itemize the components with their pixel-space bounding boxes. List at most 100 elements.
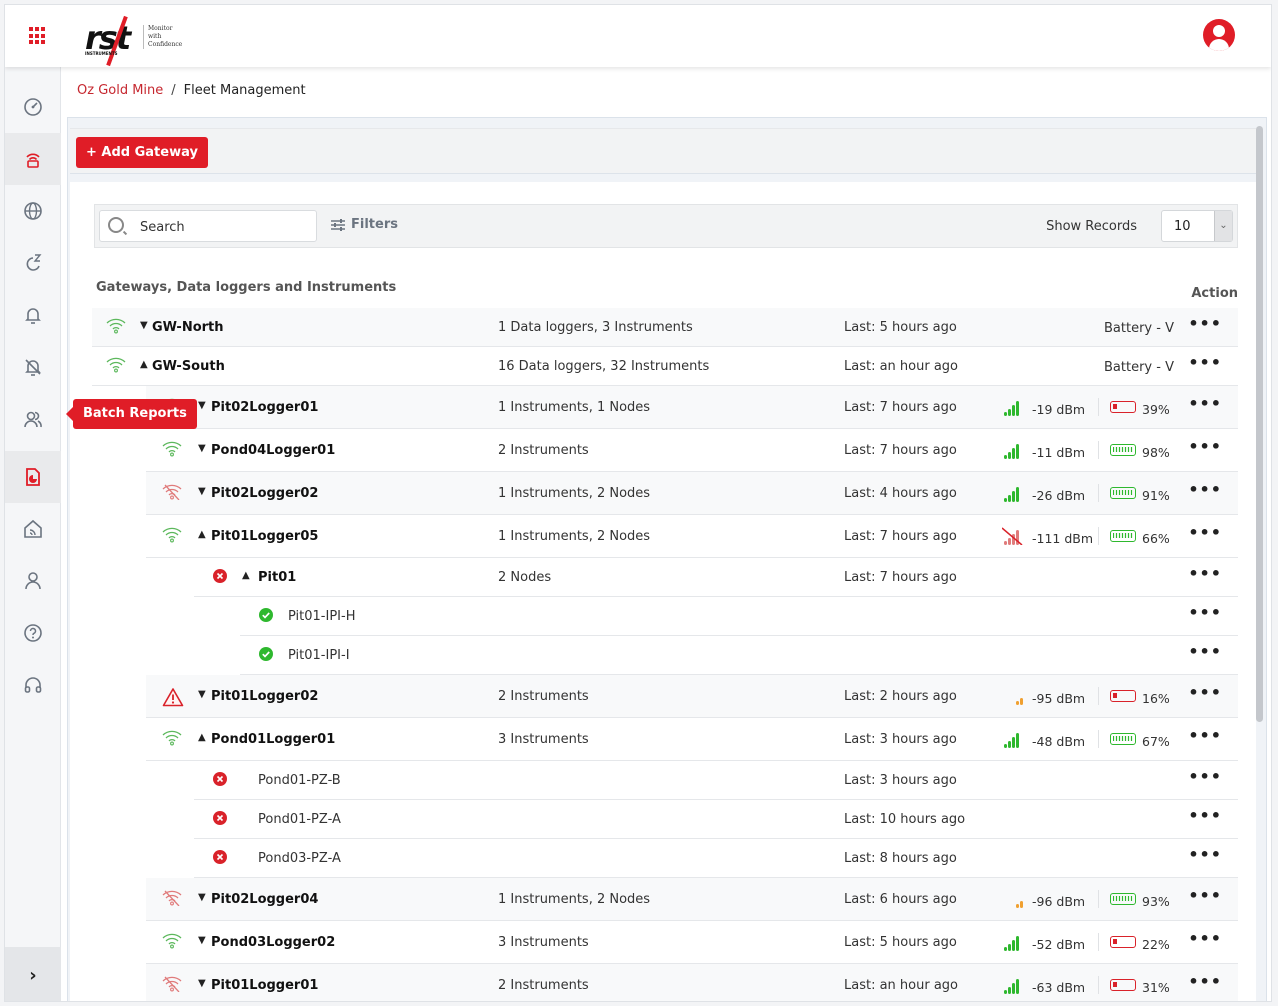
battery-icon [1110,401,1136,413]
row-name[interactable]: Pond04Logger01 [211,443,335,458]
row-name[interactable]: Pit02Logger01 [211,400,318,415]
more-dots-icon[interactable]: ••• [1188,603,1222,622]
sidebar-item-help[interactable] [5,607,61,659]
row-summary: 2 Instruments [498,689,589,704]
chevron-down-icon[interactable]: ▼ [140,320,148,331]
table-row[interactable]: ▼ Pit02Logger04 1 Instruments, 2 Nodes Last… [146,878,1238,921]
sidebar-item-fleet-management[interactable] [5,133,61,185]
chevron-up-icon[interactable]: ▲ [242,570,250,581]
row-name[interactable]: Pit02Logger02 [211,486,318,501]
more-dots-icon[interactable]: ••• [1188,972,1222,991]
row-name[interactable]: Pit02Logger04 [211,892,318,907]
table-row[interactable]: Pit01-IPI-I ••• [240,636,1238,675]
sidebar-item-batch-reports[interactable] [5,451,61,503]
chevron-down-icon[interactable]: ▼ [198,443,206,454]
sidebar-item-support[interactable] [5,659,61,711]
vertical-scrollbar[interactable] [1256,126,1263,722]
chevron-up-icon[interactable]: ▲ [198,732,206,743]
row-name[interactable]: Pit01 [258,570,296,585]
breadcrumb-parent-link[interactable]: Oz Gold Mine [77,83,163,98]
row-name[interactable]: Pond01Logger01 [211,732,335,747]
table-row[interactable]: ▲ Pit01 2 Nodes Last: 7 hours ago ••• [194,558,1238,597]
sidebar-item-users[interactable] [5,393,61,445]
user-avatar-icon[interactable] [1203,19,1235,51]
sidebar-item-alarms[interactable] [5,289,61,341]
more-dots-icon[interactable]: ••• [1188,523,1222,542]
table-row[interactable]: Pond03-PZ-A Last: 8 hours ago ••• [194,839,1238,878]
table-row[interactable]: ▼ Pit01Logger02 2 Instruments Last: 2 hours… [146,675,1238,718]
row-last-seen: Last: 10 hours ago [844,812,966,827]
signal-dbm: -19 dBm [1032,402,1086,417]
battery-icon [1110,936,1136,948]
row-name[interactable]: Pond03Logger02 [211,935,335,950]
row-name[interactable]: GW-South [152,359,225,374]
table-row[interactable]: ▼ GW-North 1 Data loggers, 3 Instruments La… [92,308,1238,347]
table-row[interactable]: ▼ Pit02Logger02 1 Instruments, 2 Nodes Last… [146,472,1238,515]
more-dots-icon[interactable]: ••• [1188,353,1222,372]
row-name[interactable]: Pond01-PZ-B [258,773,341,788]
help-icon [24,624,42,642]
chevron-right-icon[interactable]: › [5,947,61,1001]
more-dots-icon[interactable]: ••• [1188,480,1222,499]
more-dots-icon[interactable]: ••• [1188,767,1222,786]
chevron-up-icon[interactable]: ▲ [140,359,148,370]
row-name[interactable]: Pit01Logger05 [211,529,318,544]
table-row[interactable]: ▼ Pit02Logger01 1 Instruments, 1 Nodes Last… [146,386,1238,429]
chevron-up-icon[interactable]: ▲ [198,529,206,540]
sidebar-item-map[interactable] [5,185,61,237]
more-dots-icon[interactable]: ••• [1188,314,1222,333]
more-dots-icon[interactable]: ••• [1188,683,1222,702]
chevron-down-icon[interactable]: ▼ [198,978,206,989]
search-input[interactable] [140,217,310,237]
more-dots-icon[interactable]: ••• [1188,437,1222,456]
more-dots-icon[interactable]: ••• [1188,929,1222,948]
table-row[interactable]: Pit01-IPI-H ••• [240,597,1238,636]
cell-divider [1098,687,1099,705]
grid-apps-icon[interactable] [29,27,47,45]
row-name[interactable]: Pit01-IPI-I [288,648,350,663]
chevron-down-icon[interactable]: ▼ [198,689,206,700]
more-dots-icon[interactable]: ••• [1188,394,1222,413]
wifi-online-icon [162,933,182,951]
chevron-down-icon[interactable]: ▼ [198,400,206,411]
more-dots-icon[interactable]: ••• [1188,845,1222,864]
more-dots-icon[interactable]: ••• [1188,806,1222,825]
row-name[interactable]: Pit01Logger01 [211,978,318,993]
row-name[interactable]: Pit01Logger02 [211,689,318,704]
table-row[interactable]: ▼ Pond03Logger02 3 Instruments Last: 5 hour… [146,921,1238,964]
table-row[interactable]: ▼ Pit01Logger01 2 Instruments Last: an hour… [146,964,1238,1001]
chevron-down-icon[interactable]: ▼ [198,486,206,497]
table-row[interactable]: Pond01-PZ-A Last: 10 hours ago ••• [194,800,1238,839]
search-field[interactable] [99,210,317,242]
table-row[interactable]: ▲ Pit01Logger05 1 Instruments, 2 Nodes Last… [146,515,1238,558]
table-row[interactable]: ▲ Pond01Logger01 3 Instruments Last: 3 hour… [146,718,1238,761]
wifi-online-icon [106,357,126,375]
toolbar: + Add Gateway [70,128,1256,174]
table-row[interactable]: Pond01-PZ-B Last: 3 hours ago ••• [194,761,1238,800]
cell-divider [1098,484,1099,502]
records-per-page-select[interactable]: 10 ⌄ [1161,210,1233,242]
row-name[interactable]: Pond01-PZ-A [258,812,341,827]
chevron-down-icon[interactable]: ▼ [198,892,206,903]
sidebar-item-muted-alarms[interactable] [5,341,61,393]
sidebar-item-sleep[interactable] [5,237,61,289]
row-name[interactable]: GW-North [152,320,224,335]
more-dots-icon[interactable]: ••• [1188,642,1222,661]
row-name[interactable]: Pond03-PZ-A [258,851,341,866]
battery-icon [1110,979,1136,991]
table-row[interactable]: ▲ GW-South 16 Data loggers, 32 Instruments… [92,347,1238,386]
error-x-icon [212,568,232,586]
filters-button[interactable]: Filters [331,217,398,232]
chevron-down-icon[interactable]: ▼ [198,935,206,946]
more-dots-icon[interactable]: ••• [1188,726,1222,745]
sidebar-item-dashboard[interactable] [5,81,61,133]
table-row[interactable]: ▼ Pond04Logger01 2 Instruments Last: 7 hour… [146,429,1238,472]
row-name[interactable]: Pit01-IPI-H [288,609,355,624]
more-dots-icon[interactable]: ••• [1188,564,1222,583]
more-dots-icon[interactable]: ••• [1188,886,1222,905]
add-gateway-button[interactable]: + Add Gateway [76,137,208,168]
sidebar-item-profile[interactable] [5,555,61,607]
sidebar-item-sites[interactable] [5,503,61,555]
rst-logo[interactable]: rst INSTRUMENTS Monitor with Confidence [85,15,195,67]
signal-strength-icon [1004,730,1019,748]
